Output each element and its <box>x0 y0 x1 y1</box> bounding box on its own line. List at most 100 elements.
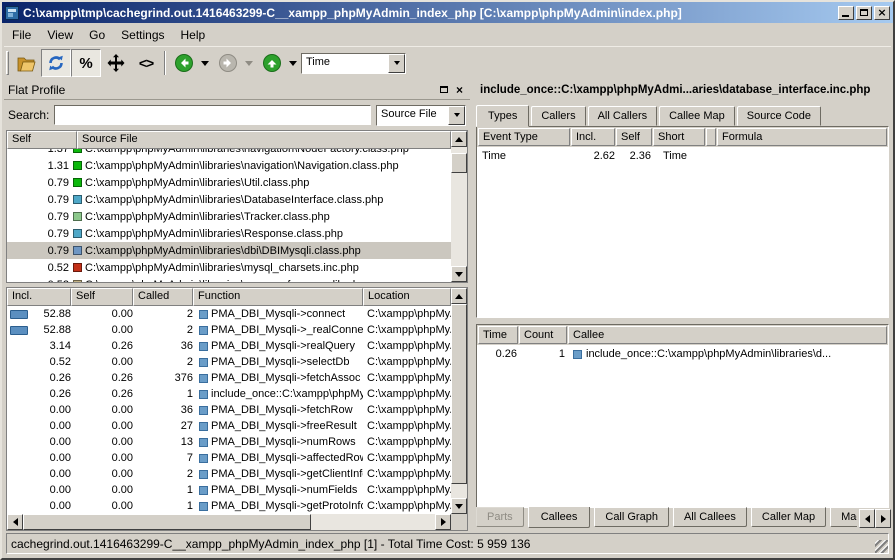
column-header-location[interactable]: Location <box>363 288 451 306</box>
file-list-row[interactable]: 1.31 C:\xampp\phpMyAdmin\libraries\navig… <box>7 157 451 174</box>
expand-areas-button[interactable] <box>101 49 131 77</box>
tab-callee-map[interactable]: Callee Map <box>659 106 735 126</box>
column-header-count[interactable]: Count <box>519 326 567 344</box>
file-list-row[interactable]: 0.79 C:\xampp\phpMyAdmin\libraries\dbi\D… <box>7 242 451 259</box>
function-row[interactable]: 0.00 0.00 7 PMA_DBI_Mysqli->affectedRows… <box>7 450 451 466</box>
column-header-formula[interactable]: Formula <box>717 128 887 146</box>
reload-icon <box>46 53 66 73</box>
menu-settings[interactable]: Settings <box>113 25 172 45</box>
tab-callees[interactable]: Callees <box>528 507 591 528</box>
scroll-up-button[interactable] <box>451 131 467 147</box>
file-list-row[interactable]: 0.52 C:\xampp\phpMyAdmin\libraries\user_… <box>7 276 451 282</box>
event-type-dropdown-button[interactable] <box>388 54 405 73</box>
up-dropdown-icon[interactable] <box>289 61 297 66</box>
scroll-left-button[interactable] <box>7 514 23 530</box>
file-list-row[interactable]: 1.37 C:\xampp\phpMyAdmin\libraries\navig… <box>7 149 451 157</box>
function-row[interactable]: 52.88 0.00 2 PMA_DBI_Mysqli->_realConnec… <box>7 322 451 338</box>
tab-source-code[interactable]: Source Code <box>737 106 821 126</box>
open-file-button[interactable] <box>11 49 41 77</box>
file-list-row[interactable]: 0.52 C:\xampp\phpMyAdmin\libraries\mysql… <box>7 259 451 276</box>
dock-close-button[interactable]: × <box>453 84 466 96</box>
function-row[interactable]: 0.00 0.00 1 PMA_DBI_Mysqli->numFields C:… <box>7 482 451 498</box>
function-row[interactable]: 0.26 0.26 1 include_once::C:\xampp\phpMy… <box>7 386 451 402</box>
reload-button[interactable] <box>41 49 71 77</box>
tab-callers[interactable]: Callers <box>531 106 585 126</box>
dock-float-button[interactable] <box>437 84 450 96</box>
group-by-dropdown-button[interactable] <box>448 106 465 125</box>
self-value: 0.00 <box>71 484 133 496</box>
function-row[interactable]: 0.00 0.00 2 PMA_DBI_Mysqli->getClientInf… <box>7 466 451 482</box>
forward-dropdown-icon[interactable] <box>245 61 253 66</box>
scroll-track[interactable] <box>451 304 467 498</box>
maximize-button[interactable] <box>856 6 872 20</box>
incl-value: 0.00 <box>28 436 71 448</box>
tab-all-callees[interactable]: All Callees <box>673 507 747 527</box>
tab-call-graph[interactable]: Call Graph <box>594 507 669 527</box>
function-row[interactable]: 0.00 0.00 36 PMA_DBI_Mysqli->fetchRow C:… <box>7 402 451 418</box>
forward-button[interactable] <box>213 49 243 77</box>
scroll-down-button[interactable] <box>451 266 467 282</box>
file-list-row[interactable]: 0.79 C:\xampp\phpMyAdmin\libraries\Respo… <box>7 225 451 242</box>
tab-caller-map[interactable]: Caller Map <box>751 507 826 527</box>
function-row[interactable]: 3.14 0.26 36 PMA_DBI_Mysqli->realQuery C… <box>7 338 451 354</box>
scroll-thumb[interactable] <box>23 514 311 530</box>
file-list-vscrollbar[interactable] <box>451 131 467 282</box>
column-header-called[interactable]: Called <box>133 288 193 306</box>
callee-row[interactable]: 0.26 1 include_once::C:\xampp\phpMyAdmin… <box>477 345 888 363</box>
toolbar-grip[interactable] <box>6 51 9 75</box>
function-table-hscrollbar[interactable] <box>7 514 451 530</box>
search-input[interactable] <box>55 106 370 124</box>
function-row[interactable]: 52.88 0.00 2 PMA_DBI_Mysqli->connect C:\… <box>7 306 451 322</box>
file-list-row[interactable]: 0.79 C:\xampp\phpMyAdmin\libraries\Track… <box>7 208 451 225</box>
tab-machine-code[interactable]: Machine <box>830 507 857 527</box>
dock-header[interactable]: Flat Profile × <box>4 80 470 100</box>
tab-all-callers[interactable]: All Callers <box>588 106 658 126</box>
tabs-scroll-left-button[interactable] <box>859 509 875 528</box>
menu-file[interactable]: File <box>4 25 39 45</box>
title-bar[interactable]: C:\xampp\tmp\cachegrind.out.1416463299-C… <box>2 2 893 23</box>
tab-types[interactable]: Types <box>476 105 529 127</box>
event-type-combobox[interactable]: Time <box>301 53 406 74</box>
close-button[interactable]: × <box>874 6 890 20</box>
event-type-row[interactable]: Time 2.62 2.36 Time <box>477 147 888 165</box>
column-header-incl[interactable]: Incl. <box>7 288 71 306</box>
function-table-vscrollbar[interactable] <box>451 288 467 514</box>
relative-percent-button[interactable]: % <box>71 49 101 77</box>
column-header-callee[interactable]: Callee <box>568 326 887 344</box>
function-row[interactable]: 0.00 0.00 1 PMA_DBI_Mysqli->getProtoInfo… <box>7 498 451 514</box>
back-dropdown-icon[interactable] <box>201 61 209 66</box>
scroll-right-button[interactable] <box>435 514 451 530</box>
function-row[interactable]: 0.52 0.00 2 PMA_DBI_Mysqli->selectDb C:\… <box>7 354 451 370</box>
cycle-detection-button[interactable]: <> <box>131 49 161 77</box>
menu-view[interactable]: View <box>39 25 81 45</box>
resize-grip[interactable] <box>875 540 888 553</box>
scroll-thumb[interactable] <box>451 304 467 484</box>
menu-go[interactable]: Go <box>81 25 113 45</box>
column-header-event-type[interactable]: Event Type <box>478 128 570 146</box>
up-button[interactable] <box>257 49 287 77</box>
scroll-up-button[interactable] <box>451 288 467 304</box>
back-button[interactable] <box>169 49 199 77</box>
function-row[interactable]: 0.26 0.26 376 PMA_DBI_Mysqli->fetchAssoc… <box>7 370 451 386</box>
tabs-scroll-right-button[interactable] <box>875 509 891 528</box>
group-by-combobox[interactable]: Source File <box>376 105 466 126</box>
function-row[interactable]: 0.00 0.00 27 PMA_DBI_Mysqli->freeResult … <box>7 418 451 434</box>
column-header-self[interactable]: Self <box>616 128 652 146</box>
scroll-track[interactable] <box>23 514 435 530</box>
column-header-source-file[interactable]: Source File <box>77 131 451 149</box>
column-header-time[interactable]: Time <box>478 326 518 344</box>
column-header-incl[interactable]: Incl. <box>571 128 615 146</box>
column-header-short[interactable]: Short <box>653 128 705 146</box>
file-list-row[interactable]: 0.79 C:\xampp\phpMyAdmin\libraries\Datab… <box>7 191 451 208</box>
file-list-row[interactable]: 0.79 C:\xampp\phpMyAdmin\libraries\Util.… <box>7 174 451 191</box>
scroll-thumb[interactable] <box>451 153 467 173</box>
minimize-button[interactable] <box>838 6 854 20</box>
column-header-self[interactable]: Self <box>71 288 133 306</box>
scroll-down-button[interactable] <box>451 498 467 514</box>
menu-help[interactable]: Help <box>173 25 214 45</box>
column-header-function[interactable]: Function <box>193 288 363 306</box>
column-header-spacer[interactable] <box>706 128 716 146</box>
column-header-self[interactable]: Self <box>7 131 77 149</box>
scroll-track[interactable] <box>451 147 467 266</box>
function-row[interactable]: 0.00 0.00 13 PMA_DBI_Mysqli->numRows C:\… <box>7 434 451 450</box>
